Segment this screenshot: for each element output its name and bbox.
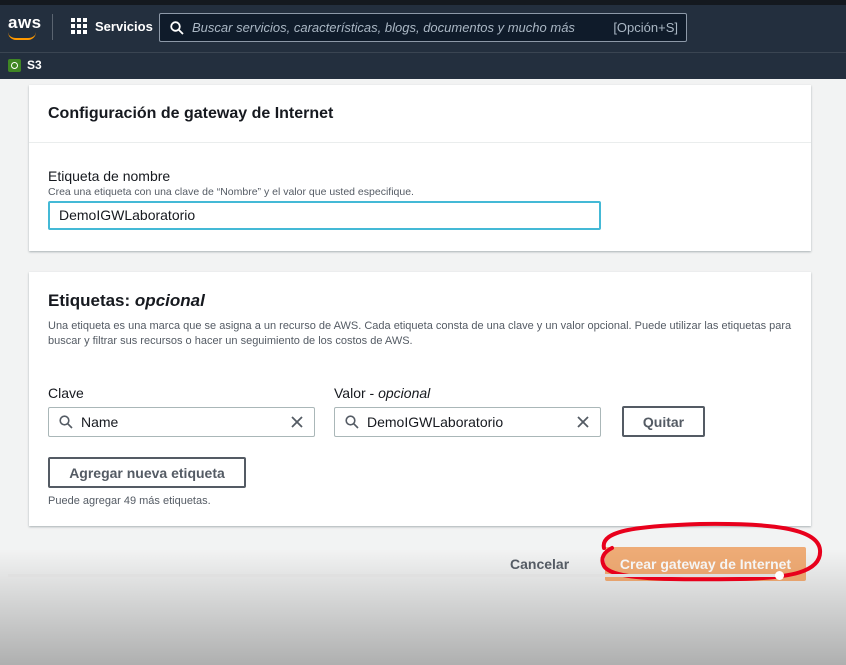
name-tag-label: Etiqueta de nombre	[48, 168, 171, 184]
search-icon	[170, 20, 184, 35]
name-tag-input[interactable]: DemoIGWLaboratorio	[48, 201, 601, 230]
key-label: Clave	[48, 385, 84, 401]
clear-icon[interactable]	[576, 415, 590, 429]
internet-gateway-settings-panel: Configuración de gateway de Internet Eti…	[29, 85, 811, 251]
services-menu-button[interactable]: Servicios	[71, 18, 153, 34]
favorite-s3-link[interactable]: S3	[8, 58, 42, 72]
search-icon	[59, 415, 73, 429]
remaining-tags-hint: Puede agregar 49 más etiquetas.	[48, 495, 211, 507]
value-label-optional: opcional	[378, 385, 431, 401]
video-progress-bar[interactable]	[8, 574, 778, 577]
value-label-text: Valor -	[334, 385, 375, 401]
tags-title-text: Etiquetas:	[48, 291, 131, 310]
tags-panel: Etiquetas: opcional Una etiqueta es una …	[29, 272, 811, 526]
favorite-s3-label: S3	[27, 58, 42, 72]
tag-key-input[interactable]: Name	[48, 407, 315, 437]
search-shortcut-hint: [Opción+S]	[613, 20, 678, 35]
add-tag-button[interactable]: Agregar nueva etiqueta	[48, 457, 246, 488]
aws-logo[interactable]: aws	[8, 13, 42, 33]
remove-tag-button[interactable]: Quitar	[622, 406, 705, 437]
panel-title: Configuración de gateway de Internet	[29, 85, 811, 143]
top-navigation-bar: aws Servicios Buscar servicios, caracter…	[0, 0, 846, 52]
global-search-input[interactable]: Buscar servicios, características, blogs…	[159, 13, 687, 42]
services-grid-icon	[71, 18, 87, 34]
tags-title-optional: opcional	[134, 291, 205, 310]
tag-key-value: Name	[81, 414, 119, 430]
main-content: Configuración de gateway de Internet Eti…	[0, 79, 846, 665]
tag-value-value: DemoIGWLaboratorio	[367, 414, 504, 430]
s3-icon	[8, 58, 21, 72]
tags-description: Una etiqueta es una marca que se asigna …	[48, 320, 792, 347]
aws-logo-smile	[8, 32, 36, 40]
clear-icon[interactable]	[290, 415, 304, 429]
divider	[52, 14, 53, 40]
search-placeholder: Buscar servicios, características, blogs…	[192, 20, 575, 35]
services-label: Servicios	[95, 18, 153, 34]
cancel-button[interactable]: Cancelar	[510, 556, 569, 572]
favorites-bar: S3	[0, 52, 846, 79]
tag-value-input[interactable]: DemoIGWLaboratorio	[334, 407, 601, 437]
value-label: Valor - opcional	[334, 385, 430, 401]
search-icon	[345, 415, 359, 429]
tags-title: Etiquetas: opcional	[48, 291, 205, 311]
browser-strip	[0, 0, 846, 5]
video-progress-handle[interactable]	[775, 571, 784, 580]
name-tag-description: Crea una etiqueta con una clave de “Nomb…	[48, 186, 414, 198]
